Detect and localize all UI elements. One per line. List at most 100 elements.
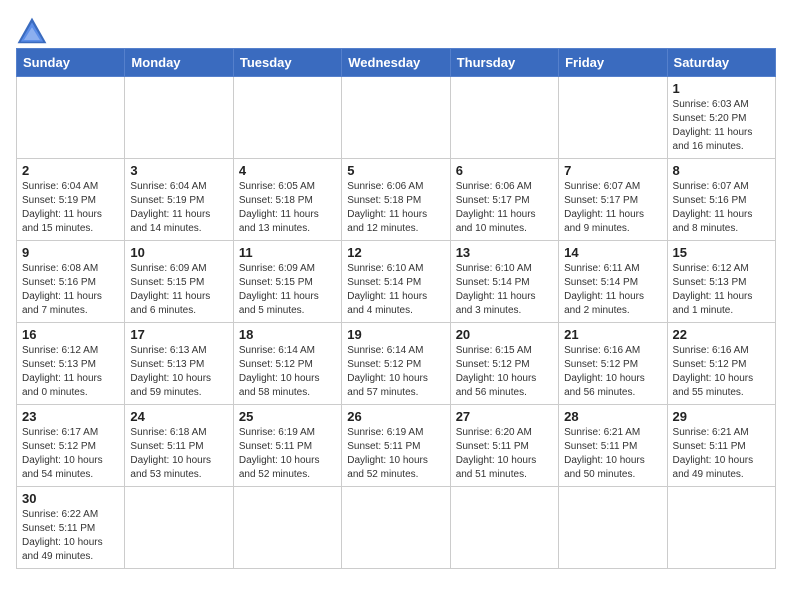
week-row-5: 23 Sunrise: 6:17 AM Sunset: 5:12 PM Dayli… (17, 405, 776, 487)
day-number: 12 (347, 245, 444, 260)
day-info: Sunrise: 6:06 AM Sunset: 5:17 PM Dayligh… (456, 180, 553, 236)
day-info: Sunrise: 6:10 AM Sunset: 5:14 PM Dayligh… (347, 262, 444, 318)
day-number: 17 (130, 327, 227, 342)
calendar-cell: 10 Sunrise: 6:09 AM Sunset: 5:15 PM Dayli… (125, 241, 233, 323)
calendar-cell: 15Sunrise: 6:12 AM Sunset: 5:13 PM Dayli… (667, 241, 775, 323)
day-number: 13 (456, 245, 553, 260)
calendar-cell: 14 Sunrise: 6:11 AM Sunset: 5:14 PM Dayli… (559, 241, 667, 323)
calendar-cell: 1 Sunrise: 6:03 AM Sunset: 5:20 PM Daylig… (667, 77, 775, 159)
calendar-cell (125, 487, 233, 569)
day-number: 22 (673, 327, 770, 342)
day-info: Sunrise: 6:09 AM Sunset: 5:15 PM Dayligh… (239, 262, 336, 318)
calendar-cell: 12 Sunrise: 6:10 AM Sunset: 5:14 PM Dayli… (342, 241, 450, 323)
calendar-cell: 20 Sunrise: 6:15 AM Sunset: 5:12 PM Dayli… (450, 323, 558, 405)
day-info: Sunrise: 6:05 AM Sunset: 5:18 PM Dayligh… (239, 180, 336, 236)
day-number: 10 (130, 245, 227, 260)
day-info: Sunrise: 6:17 AM Sunset: 5:12 PM Dayligh… (22, 426, 119, 482)
calendar-cell: 25 Sunrise: 6:19 AM Sunset: 5:11 PM Dayli… (233, 405, 341, 487)
calendar-cell: 6 Sunrise: 6:06 AM Sunset: 5:17 PM Daylig… (450, 159, 558, 241)
day-info: Sunrise: 6:18 AM Sunset: 5:11 PM Dayligh… (130, 426, 227, 482)
day-number: 27 (456, 409, 553, 424)
day-number: 19 (347, 327, 444, 342)
day-info: Sunrise: 6:19 AM Sunset: 5:11 PM Dayligh… (347, 426, 444, 482)
day-number: 30 (22, 491, 119, 506)
calendar-cell (450, 487, 558, 569)
week-row-2: 2 Sunrise: 6:04 AM Sunset: 5:19 PM Daylig… (17, 159, 776, 241)
day-number: 24 (130, 409, 227, 424)
day-number: 3 (130, 163, 227, 178)
calendar-cell: 16Sunrise: 6:12 AM Sunset: 5:13 PM Dayli… (17, 323, 125, 405)
week-row-3: 9Sunrise: 6:08 AM Sunset: 5:16 PM Daylig… (17, 241, 776, 323)
day-info: Sunrise: 6:06 AM Sunset: 5:18 PM Dayligh… (347, 180, 444, 236)
calendar-cell (667, 487, 775, 569)
logo (16, 16, 54, 44)
day-number: 1 (673, 81, 770, 96)
calendar-cell: 23 Sunrise: 6:17 AM Sunset: 5:12 PM Dayli… (17, 405, 125, 487)
day-number: 9 (22, 245, 119, 260)
weekday-header-tuesday: Tuesday (233, 49, 341, 77)
calendar-cell: 19 Sunrise: 6:14 AM Sunset: 5:12 PM Dayli… (342, 323, 450, 405)
calendar-cell: 27 Sunrise: 6:20 AM Sunset: 5:11 PM Dayli… (450, 405, 558, 487)
calendar-cell (233, 487, 341, 569)
day-info: Sunrise: 6:11 AM Sunset: 5:14 PM Dayligh… (564, 262, 661, 318)
weekday-header-monday: Monday (125, 49, 233, 77)
calendar-cell: 22Sunrise: 6:16 AM Sunset: 5:12 PM Dayli… (667, 323, 775, 405)
calendar-cell: 7Sunrise: 6:07 AM Sunset: 5:17 PM Daylig… (559, 159, 667, 241)
calendar-cell: 8Sunrise: 6:07 AM Sunset: 5:16 PM Daylig… (667, 159, 775, 241)
day-info: Sunrise: 6:16 AM Sunset: 5:12 PM Dayligh… (564, 344, 661, 400)
calendar-cell: 26 Sunrise: 6:19 AM Sunset: 5:11 PM Dayli… (342, 405, 450, 487)
day-number: 25 (239, 409, 336, 424)
day-info: Sunrise: 6:21 AM Sunset: 5:11 PM Dayligh… (564, 426, 661, 482)
calendar-cell: 18 Sunrise: 6:14 AM Sunset: 5:12 PM Dayli… (233, 323, 341, 405)
day-number: 23 (22, 409, 119, 424)
weekday-header-wednesday: Wednesday (342, 49, 450, 77)
calendar-cell (342, 487, 450, 569)
calendar: SundayMondayTuesdayWednesdayThursdayFrid… (16, 48, 776, 569)
calendar-cell: 13Sunrise: 6:10 AM Sunset: 5:14 PM Dayli… (450, 241, 558, 323)
calendar-cell (342, 77, 450, 159)
logo-icon (16, 16, 48, 44)
day-info: Sunrise: 6:04 AM Sunset: 5:19 PM Dayligh… (22, 180, 119, 236)
day-number: 11 (239, 245, 336, 260)
day-number: 14 (564, 245, 661, 260)
calendar-cell: 17 Sunrise: 6:13 AM Sunset: 5:13 PM Dayli… (125, 323, 233, 405)
calendar-cell (125, 77, 233, 159)
day-info: Sunrise: 6:14 AM Sunset: 5:12 PM Dayligh… (347, 344, 444, 400)
day-number: 16 (22, 327, 119, 342)
day-info: Sunrise: 6:09 AM Sunset: 5:15 PM Dayligh… (130, 262, 227, 318)
day-number: 29 (673, 409, 770, 424)
calendar-cell: 9Sunrise: 6:08 AM Sunset: 5:16 PM Daylig… (17, 241, 125, 323)
weekday-header-thursday: Thursday (450, 49, 558, 77)
calendar-cell (559, 77, 667, 159)
week-row-1: 1 Sunrise: 6:03 AM Sunset: 5:20 PM Daylig… (17, 77, 776, 159)
day-number: 8 (673, 163, 770, 178)
day-info: Sunrise: 6:20 AM Sunset: 5:11 PM Dayligh… (456, 426, 553, 482)
calendar-cell (559, 487, 667, 569)
week-row-4: 16Sunrise: 6:12 AM Sunset: 5:13 PM Dayli… (17, 323, 776, 405)
day-number: 2 (22, 163, 119, 178)
calendar-cell: 24 Sunrise: 6:18 AM Sunset: 5:11 PM Dayli… (125, 405, 233, 487)
week-row-6: 30Sunrise: 6:22 AM Sunset: 5:11 PM Dayli… (17, 487, 776, 569)
day-number: 6 (456, 163, 553, 178)
day-info: Sunrise: 6:03 AM Sunset: 5:20 PM Dayligh… (673, 98, 770, 154)
calendar-cell: 30Sunrise: 6:22 AM Sunset: 5:11 PM Dayli… (17, 487, 125, 569)
header (16, 16, 776, 44)
day-number: 5 (347, 163, 444, 178)
day-number: 15 (673, 245, 770, 260)
day-number: 18 (239, 327, 336, 342)
day-info: Sunrise: 6:19 AM Sunset: 5:11 PM Dayligh… (239, 426, 336, 482)
day-info: Sunrise: 6:04 AM Sunset: 5:19 PM Dayligh… (130, 180, 227, 236)
day-info: Sunrise: 6:13 AM Sunset: 5:13 PM Dayligh… (130, 344, 227, 400)
calendar-cell: 28 Sunrise: 6:21 AM Sunset: 5:11 PM Dayli… (559, 405, 667, 487)
weekday-header-row: SundayMondayTuesdayWednesdayThursdayFrid… (17, 49, 776, 77)
day-number: 20 (456, 327, 553, 342)
day-info: Sunrise: 6:14 AM Sunset: 5:12 PM Dayligh… (239, 344, 336, 400)
day-info: Sunrise: 6:21 AM Sunset: 5:11 PM Dayligh… (673, 426, 770, 482)
calendar-cell (17, 77, 125, 159)
weekday-header-sunday: Sunday (17, 49, 125, 77)
day-number: 26 (347, 409, 444, 424)
calendar-cell: 4Sunrise: 6:05 AM Sunset: 5:18 PM Daylig… (233, 159, 341, 241)
day-info: Sunrise: 6:15 AM Sunset: 5:12 PM Dayligh… (456, 344, 553, 400)
day-number: 28 (564, 409, 661, 424)
calendar-cell: 5 Sunrise: 6:06 AM Sunset: 5:18 PM Daylig… (342, 159, 450, 241)
